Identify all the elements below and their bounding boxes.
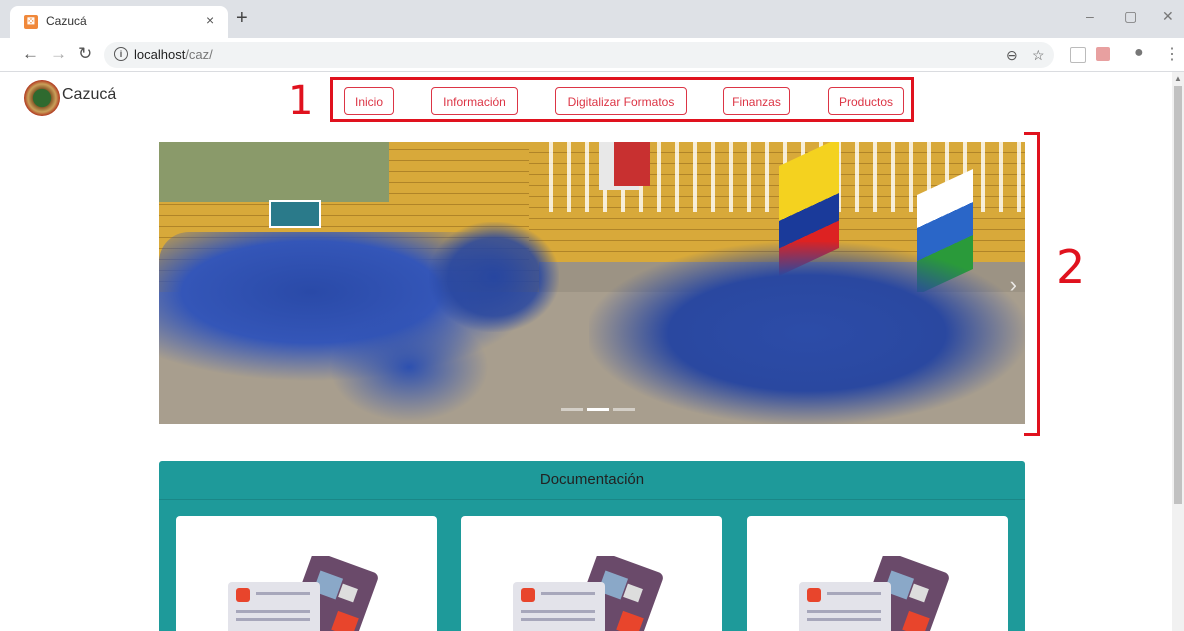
browser-tab[interactable]: ⊠ Cazucá × [10, 6, 228, 38]
documentation-title: Documentación [159, 461, 1025, 500]
extension-2-icon[interactable] [1096, 47, 1110, 61]
scroll-thumb[interactable] [1174, 86, 1182, 504]
tab-close-icon[interactable]: × [206, 12, 214, 28]
nav-finanzas[interactable]: Finanzas [723, 87, 790, 115]
profile-icon[interactable]: ● [1134, 44, 1144, 62]
roof [159, 142, 389, 202]
carousel-indicators [559, 398, 637, 416]
address-bar[interactable]: i localhost/caz/ ⊖ ☆ [104, 42, 1054, 68]
new-tab-button[interactable]: + [236, 8, 248, 28]
student-group-right [589, 242, 1025, 424]
page-scrollbar[interactable]: ▲ [1172, 72, 1184, 631]
carousel-annotation-bracket [1024, 132, 1040, 436]
close-window-button[interactable]: ✕ [1162, 8, 1174, 25]
carousel-indicator[interactable] [561, 408, 583, 411]
nav-digitalizar-formatos[interactable]: Digitalizar Formatos [555, 87, 687, 115]
restore-button[interactable]: ▢ [1124, 8, 1137, 25]
browser-toolbar: ← → ↻ i localhost/caz/ ⊖ ☆ ● ⋮ [0, 38, 1184, 72]
logo-icon [24, 80, 60, 116]
carousel-next-icon[interactable]: › [1010, 272, 1017, 298]
exit-sign [269, 200, 321, 228]
menu-kebab-icon[interactable]: ⋮ [1164, 44, 1180, 64]
brand-name: Cazucá [62, 86, 117, 103]
annotation-two: 2 [1056, 240, 1086, 294]
url-text[interactable]: localhost/caz/ [134, 47, 213, 62]
document-icon [799, 556, 949, 631]
bookmark-star-icon[interactable]: ☆ [1032, 47, 1045, 64]
annotation-one: 1 [288, 78, 314, 124]
back-icon[interactable]: ← [22, 44, 39, 64]
forward-icon[interactable]: → [50, 44, 67, 64]
scroll-up-icon[interactable]: ▲ [1174, 74, 1182, 83]
favicon-icon: ⊠ [24, 15, 38, 29]
carousel-indicator[interactable] [613, 408, 635, 411]
extension-icon[interactable] [1070, 47, 1086, 63]
doc-card[interactable] [747, 516, 1008, 631]
doc-card[interactable] [461, 516, 722, 631]
flag-red [614, 142, 650, 186]
tab-title: Cazucá [46, 14, 87, 28]
doc-card[interactable] [176, 516, 437, 631]
document-icon [228, 556, 378, 631]
student-group-front [329, 312, 489, 422]
info-icon[interactable]: i [114, 47, 128, 61]
document-icon [513, 556, 663, 631]
carousel[interactable]: › [159, 142, 1025, 424]
minimize-button[interactable]: – [1086, 8, 1094, 24]
documentation-panel: Documentación [159, 461, 1025, 631]
carousel-indicator[interactable] [587, 408, 609, 411]
nav-productos[interactable]: Productos [828, 87, 904, 115]
nav-informacion[interactable]: Información [431, 87, 518, 115]
tab-strip: ⊠ Cazucá × + – ▢ ✕ [0, 0, 1184, 38]
reload-icon[interactable]: ↻ [78, 44, 92, 64]
nav-inicio[interactable]: Inicio [344, 87, 394, 115]
zoom-icon[interactable]: ⊖ [1006, 47, 1018, 64]
